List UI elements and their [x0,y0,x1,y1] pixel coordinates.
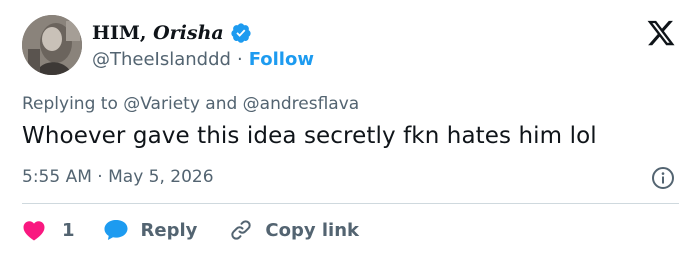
display-name-italic: Orisha [153,22,224,44]
timestamp-separator: · [97,167,103,187]
author-handle[interactable]: @TheeIslanddd [92,49,231,70]
like-count: 1 [62,219,75,241]
verified-badge-icon [231,23,251,43]
follow-button[interactable]: Follow [249,49,314,70]
reply-prefix: Replying to [22,94,118,114]
mention-andresflava[interactable]: @andresflava [243,94,360,114]
mention-variety[interactable]: @Variety [123,94,200,114]
reply-button[interactable]: Reply [103,218,198,242]
copy-link-button[interactable]: Copy link [229,218,359,242]
tweet-timestamp[interactable]: 5:55 AM · May 5, 2026 [22,167,214,187]
reply-joiner: and [205,94,238,114]
display-name-main: HIM, [92,22,147,44]
divider [22,203,679,204]
separator-dot: · [236,49,243,70]
copy-link-label: Copy link [265,219,359,241]
info-icon[interactable] [651,166,675,190]
author-name-row: HIM, Orisha [92,21,252,45]
reply-label: Reply [140,219,198,241]
avatar[interactable] [22,15,82,75]
tweet-card: HIM, Orisha @TheeIslanddd · Follow Reply… [0,0,700,256]
display-name[interactable]: HIM, Orisha [92,22,224,44]
tweet-time: 5:55 AM [22,167,92,187]
tweet-text: Whoever gave this idea secretly fkn hate… [22,123,597,149]
tweet-date: May 5, 2026 [108,167,214,187]
heart-icon [23,221,45,241]
avatar-photo [22,15,82,75]
link-icon [231,220,252,240]
speech-bubble-icon [104,220,128,240]
like-button[interactable]: 1 [22,219,75,241]
reply-context: Replying to @Variety and @andresflava [22,94,359,114]
handle-row: @TheeIslanddd · Follow [92,49,314,70]
x-logo-icon[interactable] [645,18,677,48]
action-bar: 1 Reply Copy link [22,216,359,244]
